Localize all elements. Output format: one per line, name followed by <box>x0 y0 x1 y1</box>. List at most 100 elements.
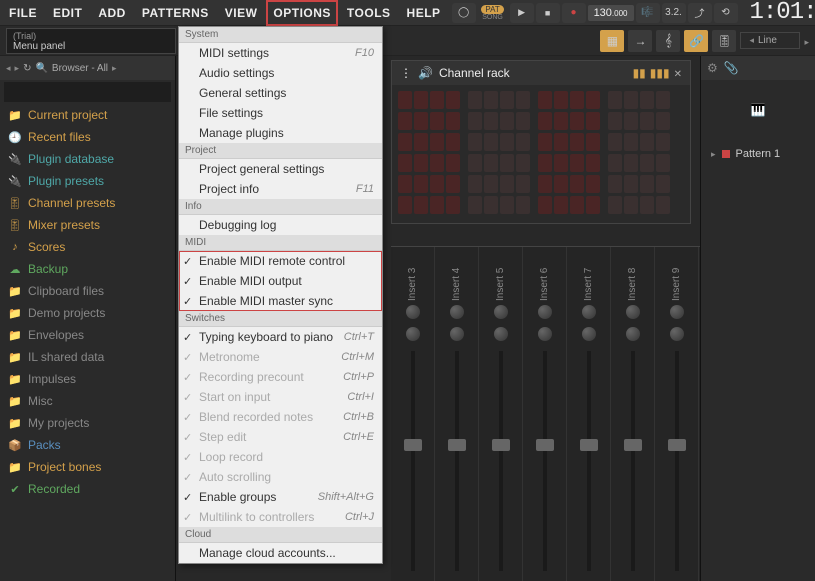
menu-item[interactable]: ✓Enable MIDI remote control <box>179 251 382 271</box>
step-cell[interactable] <box>624 154 638 172</box>
step-cell[interactable] <box>516 154 530 172</box>
step-cell[interactable] <box>398 112 412 130</box>
fader[interactable] <box>543 351 547 571</box>
menu-item[interactable]: File settings <box>179 103 382 123</box>
step-cell[interactable] <box>538 154 552 172</box>
gear-icon[interactable]: ⚙ <box>707 61 718 75</box>
step-cell[interactable] <box>538 91 552 109</box>
browser-item[interactable]: 🔌Plugin presets <box>0 170 175 192</box>
time-display[interactable]: 1:01: <box>750 0 815 26</box>
mixer-track[interactable]: Insert 4 <box>435 247 479 581</box>
step-cell[interactable] <box>468 175 482 193</box>
mixer-track[interactable]: Insert 5 <box>479 247 523 581</box>
step-cell[interactable] <box>608 154 622 172</box>
menu-item[interactable]: ✓Recording precountCtrl+P <box>179 367 382 387</box>
pattern-item[interactable]: Pattern 1 <box>701 140 815 168</box>
step-cell[interactable] <box>484 196 498 214</box>
step-cell[interactable] <box>516 133 530 151</box>
browser-item[interactable]: ♪Scores <box>0 236 175 258</box>
menu-item[interactable]: Manage plugins <box>179 123 382 143</box>
menu-add[interactable]: ADD <box>93 2 131 24</box>
step-cell[interactable] <box>468 196 482 214</box>
fader[interactable] <box>675 351 679 571</box>
browser-item[interactable]: 🎚Mixer presets <box>0 214 175 236</box>
browser-item[interactable]: 📁Misc <box>0 390 175 412</box>
step-cell[interactable] <box>586 196 600 214</box>
step-cell[interactable] <box>624 91 638 109</box>
step-cell[interactable] <box>554 154 568 172</box>
fader-handle[interactable] <box>580 439 598 451</box>
fader-handle[interactable] <box>668 439 686 451</box>
countdown-icon[interactable]: 3.2. <box>662 3 686 23</box>
menu-edit[interactable]: EDIT <box>48 2 87 24</box>
step-cell[interactable] <box>608 91 622 109</box>
fader-handle[interactable] <box>624 439 642 451</box>
step-cell[interactable] <box>608 175 622 193</box>
step-cell[interactable] <box>398 154 412 172</box>
step-cell[interactable] <box>500 112 514 130</box>
piano-icon[interactable]: 🎹 <box>751 103 766 117</box>
step-cell[interactable] <box>468 154 482 172</box>
menu-item[interactable]: Manage cloud accounts... <box>179 543 382 563</box>
step-cell[interactable] <box>468 112 482 130</box>
step-cell[interactable] <box>608 133 622 151</box>
fader-handle[interactable] <box>536 439 554 451</box>
view-playlist-button[interactable]: ▦ <box>600 30 624 52</box>
vol-knob[interactable] <box>670 327 684 341</box>
step-cell[interactable] <box>624 133 638 151</box>
fader[interactable] <box>631 351 635 571</box>
menu-item[interactable]: ✓Typing keyboard to pianoCtrl+T <box>179 327 382 347</box>
mixer-track[interactable]: Insert 7 <box>567 247 611 581</box>
pan-knob[interactable] <box>450 305 464 319</box>
step-cell[interactable] <box>484 112 498 130</box>
menu-item[interactable]: Project general settings <box>179 159 382 179</box>
menu-file[interactable]: FILE <box>4 2 42 24</box>
step-cell[interactable] <box>608 196 622 214</box>
view-channel-button[interactable]: 𝄞 <box>656 30 680 52</box>
step-cell[interactable] <box>446 196 460 214</box>
bars2-icon[interactable]: ▮▮▮ <box>650 66 670 80</box>
chevron-icon[interactable] <box>112 63 117 74</box>
play-button[interactable] <box>510 3 534 23</box>
menu-options[interactable]: OPTIONS <box>268 2 336 24</box>
menu-item[interactable]: ✓Enable MIDI output <box>179 271 382 291</box>
channel-rack-header[interactable]: ⋮ 🔊 Channel rack ▮▮ ▮▮▮ <box>392 61 690 85</box>
pan-knob[interactable] <box>582 305 596 319</box>
vol-knob[interactable] <box>406 327 420 341</box>
step-cell[interactable] <box>398 133 412 151</box>
step-cell[interactable] <box>538 112 552 130</box>
forward-icon[interactable] <box>15 63 20 74</box>
step-cell[interactable] <box>554 112 568 130</box>
step-cell[interactable] <box>656 175 670 193</box>
step-cell[interactable] <box>500 91 514 109</box>
menu-icon[interactable]: ⋮ <box>400 66 412 80</box>
step-cell[interactable] <box>570 154 584 172</box>
menu-item[interactable]: ✓Multilink to controllersCtrl+J <box>179 507 382 527</box>
pan-knob[interactable] <box>626 305 640 319</box>
step-cell[interactable] <box>414 175 428 193</box>
menu-item[interactable]: ✓Enable groupsShift+Alt+G <box>179 487 382 507</box>
tempo-display[interactable]: 130.000 <box>588 5 634 21</box>
menu-item[interactable]: ✓MetronomeCtrl+M <box>179 347 382 367</box>
pan-knob[interactable] <box>670 305 684 319</box>
step-cell[interactable] <box>554 91 568 109</box>
step-cell[interactable] <box>608 112 622 130</box>
step-cell[interactable] <box>484 91 498 109</box>
mixer-track[interactable]: Insert 9 <box>655 247 699 581</box>
step-cell[interactable] <box>570 133 584 151</box>
step-cell[interactable] <box>586 133 600 151</box>
browser-item[interactable]: 📁Envelopes <box>0 324 175 346</box>
step-cell[interactable] <box>446 112 460 130</box>
step-cell[interactable] <box>624 196 638 214</box>
step-cell[interactable] <box>516 91 530 109</box>
step-cell[interactable] <box>398 91 412 109</box>
browser-item[interactable]: 🕘Recent files <box>0 126 175 148</box>
step-cell[interactable] <box>500 133 514 151</box>
search-icon[interactable]: 🔍 <box>35 63 47 74</box>
mixer-track[interactable]: Insert 8 <box>611 247 655 581</box>
view-mixer-button[interactable]: 🔗 <box>684 30 708 52</box>
vol-knob[interactable] <box>538 327 552 341</box>
record-button[interactable] <box>562 3 586 23</box>
fader[interactable] <box>411 351 415 571</box>
browser-item[interactable]: ✔Recorded <box>0 478 175 500</box>
